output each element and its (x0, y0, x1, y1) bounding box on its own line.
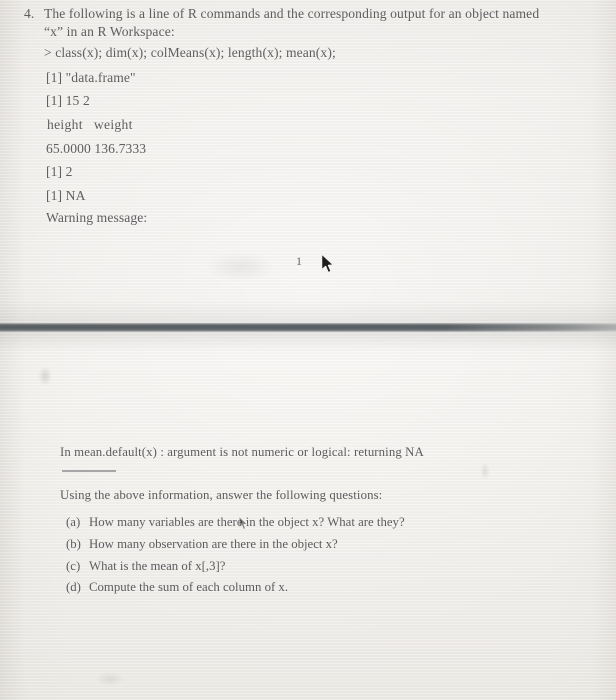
sub-question-label-b: (b) (66, 537, 81, 551)
short-horizontal-rule (62, 470, 116, 472)
answer-prompt: Using the above information, answer the … (60, 488, 383, 502)
r-output-line: height weight (47, 117, 133, 132)
page-edge-band (0, 323, 616, 332)
r-output-line: [1] NA (46, 188, 86, 203)
question-intro-line-2: “x” in an R Workspace: (44, 24, 175, 39)
question-intro-line-1: The following is a line of R commands an… (44, 6, 540, 21)
r-output-line: [1] "data.frame" (46, 70, 136, 85)
question-number: 4. (24, 6, 35, 21)
sub-question-label-c: (c) (66, 559, 81, 573)
sub-question-label-d: (d) (66, 580, 81, 594)
r-warning-continuation: In mean.default(x) : argument is not num… (60, 445, 424, 459)
r-output-line: 65.0000 136.7333 (46, 141, 147, 156)
r-output-warning-label: Warning message: (46, 210, 148, 225)
page-edge-shadow-top (0, 300, 616, 323)
r-output-line: [1] 2 (46, 164, 73, 179)
scanned-page: 4. The following is a line of R commands… (0, 0, 616, 700)
sub-question-text-d: Compute the sum of each column of x. (89, 580, 289, 594)
sub-question-label-a: (a) (66, 515, 81, 529)
sub-question-text-b: How many observation are there in the ob… (89, 537, 338, 551)
r-output-line: [1] 15 2 (46, 93, 90, 108)
sub-question-text-a: How many variables are there in the obje… (89, 515, 405, 529)
stray-mark-one: 1 (296, 254, 303, 268)
page-edge-shadow-bottom (0, 332, 616, 352)
sub-question-text-c: What is the mean of x[,3]? (89, 559, 226, 573)
r-command-line: > class(x); dim(x); colMeans(x); length(… (44, 45, 336, 60)
